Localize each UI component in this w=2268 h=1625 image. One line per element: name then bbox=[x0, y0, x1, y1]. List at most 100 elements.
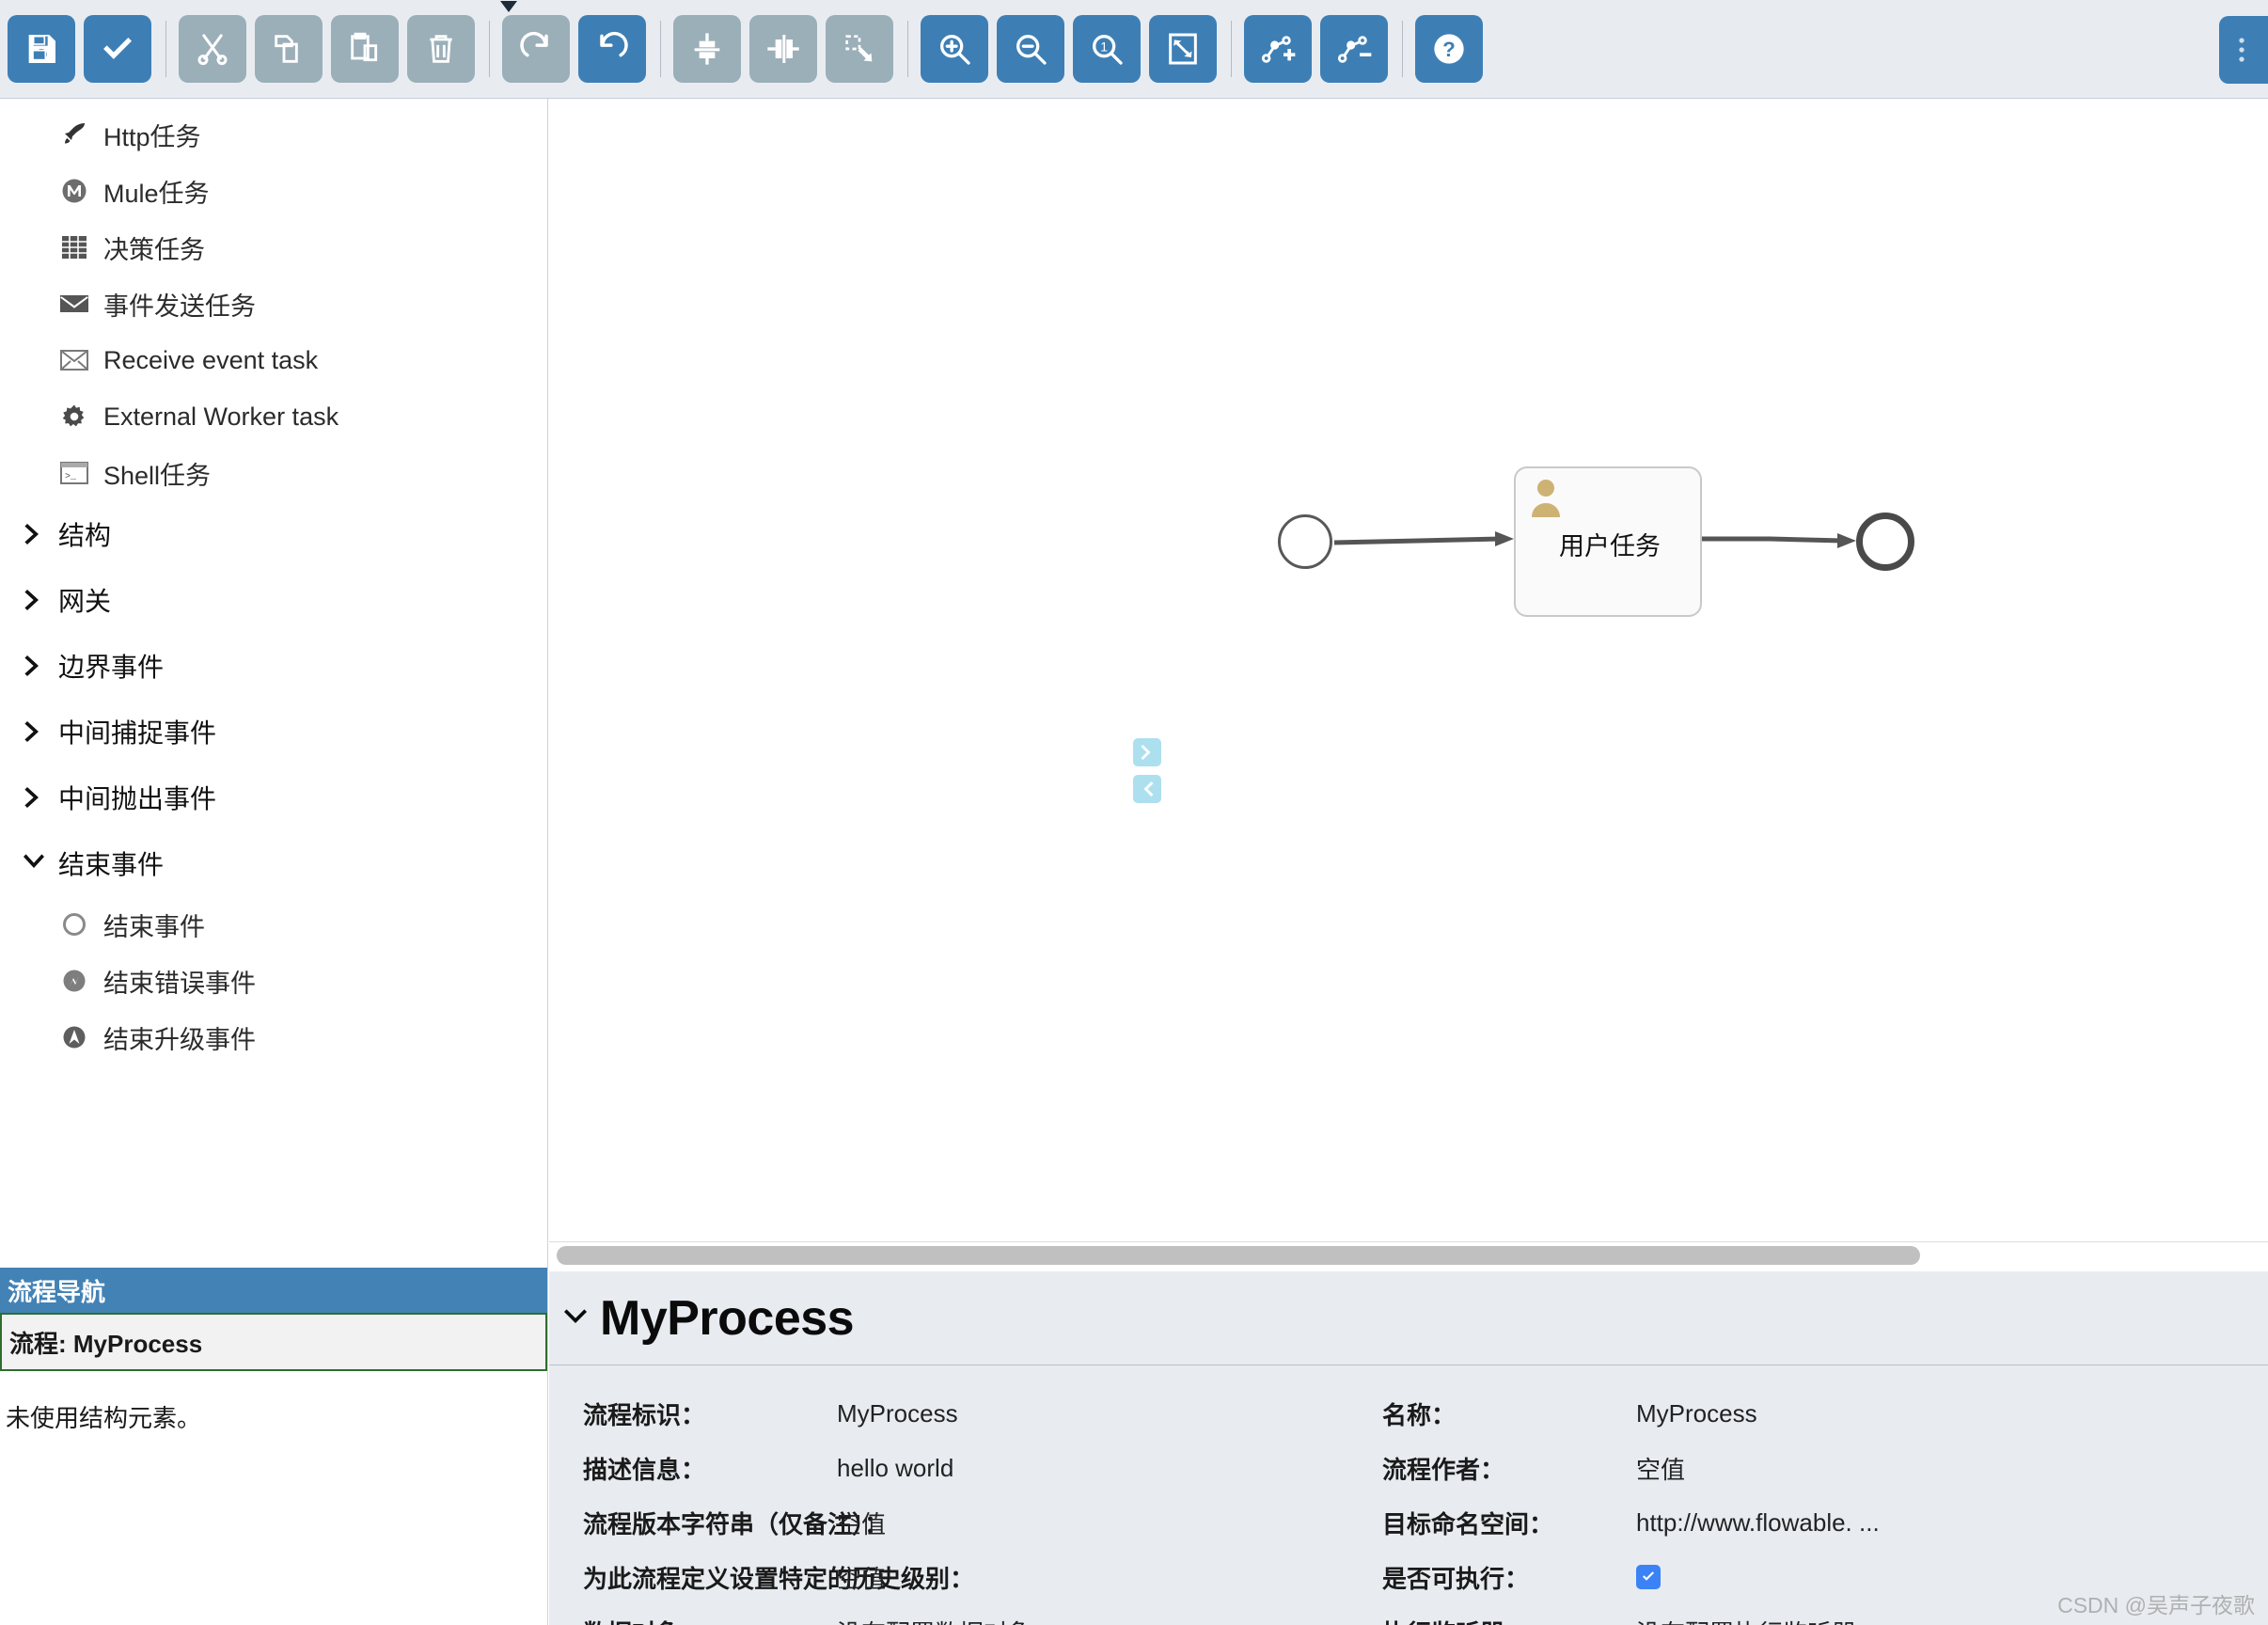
delete-button[interactable] bbox=[407, 15, 475, 83]
canvas-collapse-left-button[interactable] bbox=[1133, 775, 1161, 803]
palette-item-mule-task[interactable]: Mule任务 bbox=[0, 163, 527, 219]
palette-item-external-worker-task[interactable]: External Worker task bbox=[0, 388, 527, 445]
properties-title-bar[interactable]: MyProcess bbox=[549, 1271, 2268, 1365]
overflow-icon bbox=[2239, 38, 2244, 62]
canvas-expand-right-button[interactable] bbox=[1133, 738, 1161, 766]
zoom-in-button[interactable] bbox=[921, 15, 988, 83]
end-event[interactable] bbox=[1856, 513, 1914, 571]
palette-group-label: 结束事件 bbox=[58, 850, 165, 879]
paste-button[interactable] bbox=[331, 15, 399, 83]
redo-button[interactable] bbox=[502, 15, 570, 83]
navigation-selected-item[interactable]: 流程: MyProcess bbox=[0, 1313, 547, 1371]
terminal-icon: >_ bbox=[58, 457, 90, 489]
palette-item-receive-event-task[interactable]: Receive event task bbox=[0, 332, 527, 388]
palette-item-label: 结束事件 bbox=[103, 912, 205, 941]
element-palette: 接收任务 手动任务 邮件任务 驼峰任务 Http任务 bbox=[0, 99, 548, 1268]
palette-item-label: 结束错误事件 bbox=[103, 969, 256, 998]
toolbar-divider bbox=[1231, 21, 1232, 77]
same-size-icon bbox=[845, 35, 873, 62]
chevron-right-icon bbox=[21, 587, 47, 613]
palette-group-label: 中间捕捉事件 bbox=[58, 718, 217, 748]
align-vertical-icon bbox=[694, 33, 720, 65]
start-event[interactable] bbox=[1278, 514, 1332, 569]
toolbar-divider bbox=[907, 21, 908, 77]
toolbar-overflow-button[interactable] bbox=[2219, 16, 2268, 84]
zoom-in-icon bbox=[940, 35, 970, 65]
palette-group-structure[interactable]: 结构 bbox=[0, 501, 527, 567]
canvas-hscrollbar-thumb[interactable] bbox=[557, 1246, 1920, 1265]
save-button[interactable] bbox=[8, 15, 75, 83]
table-grid-icon bbox=[58, 231, 90, 263]
zoom-out-icon bbox=[1016, 35, 1047, 65]
palette-group-gateway[interactable]: 网关 bbox=[0, 567, 527, 633]
palette-item-camel-task[interactable]: 驼峰任务 bbox=[0, 99, 527, 106]
undo-button[interactable] bbox=[578, 15, 646, 83]
property-value: 空值 bbox=[837, 1509, 887, 1538]
palette-item-shell-task[interactable]: >_ Shell任务 bbox=[0, 445, 527, 501]
chevron-right-icon bbox=[21, 653, 47, 679]
chevron-down-icon bbox=[557, 1300, 594, 1337]
cut-button[interactable] bbox=[179, 15, 246, 83]
palette-item-label: 决策任务 bbox=[103, 235, 205, 264]
same-size-button[interactable] bbox=[826, 15, 893, 83]
help-button[interactable]: ? bbox=[1415, 15, 1483, 83]
palette-item-label: 事件发送任务 bbox=[103, 292, 256, 321]
palette-item-end-event[interactable]: 结束事件 bbox=[0, 896, 527, 953]
palette-item-end-escalation-event[interactable]: 结束升级事件 bbox=[0, 1009, 527, 1065]
palette-item-label: Mule任务 bbox=[103, 179, 210, 208]
align-vertical-button[interactable] bbox=[673, 15, 741, 83]
navigation-empty-message: 未使用结构元素。 bbox=[6, 1404, 202, 1432]
property-value-executable bbox=[1636, 1550, 2181, 1604]
property-label: 是否可执行： bbox=[1382, 1564, 1530, 1593]
remove-bendpoint-icon bbox=[1337, 36, 1372, 63]
navigation-header: 流程导航 bbox=[0, 1268, 547, 1313]
palette-group-label: 中间抛出事件 bbox=[58, 784, 217, 813]
zoom-fit-button[interactable] bbox=[1149, 15, 1217, 83]
svg-text:1: 1 bbox=[1100, 39, 1108, 55]
palette-item-http-task[interactable]: Http任务 bbox=[0, 106, 527, 163]
svg-text:?: ? bbox=[1442, 38, 1456, 61]
palette-item-label: 结束升级事件 bbox=[103, 1025, 256, 1054]
palette-group-intermediate-catch-events[interactable]: 中间捕捉事件 bbox=[0, 699, 527, 765]
palette-group-boundary-events[interactable]: 边界事件 bbox=[0, 633, 527, 699]
process-navigation-panel: 流程导航 流程: MyProcess 未使用结构元素。 bbox=[0, 1268, 548, 1625]
palette-item-decision-task[interactable]: 决策任务 bbox=[0, 219, 527, 276]
main-toolbar: 1 ? bbox=[0, 0, 2268, 99]
property-label: 流程标识： bbox=[583, 1400, 706, 1429]
gear-icon bbox=[58, 401, 90, 433]
zoom-actual-icon: 1 bbox=[1093, 35, 1123, 65]
user-task[interactable]: 用户任务 bbox=[1514, 466, 1702, 617]
palette-item-label: Receive event task bbox=[103, 345, 319, 374]
property-value: hello world bbox=[837, 1453, 954, 1482]
palette-group-intermediate-throw-events[interactable]: 中间抛出事件 bbox=[0, 765, 527, 830]
mule-icon bbox=[58, 175, 90, 207]
copy-button[interactable] bbox=[255, 15, 323, 83]
zoom-out-button[interactable] bbox=[997, 15, 1064, 83]
diagram-canvas[interactable]: 用户任务 bbox=[549, 99, 2268, 1241]
copy-icon bbox=[275, 35, 298, 63]
rocket-icon bbox=[58, 118, 90, 150]
palette-item-end-error-event[interactable]: 结束错误事件 bbox=[0, 953, 527, 1009]
palette-group-end-events[interactable]: 结束事件 bbox=[0, 830, 527, 896]
validate-button[interactable] bbox=[84, 15, 151, 83]
redo-icon bbox=[520, 31, 548, 57]
save-icon bbox=[28, 35, 55, 63]
add-bendpoint-icon bbox=[1261, 36, 1296, 63]
palette-item-label: External Worker task bbox=[103, 402, 339, 431]
property-label: 描述信息： bbox=[583, 1455, 706, 1484]
add-bendpoint-button[interactable] bbox=[1244, 15, 1312, 83]
sequence-flow-arrows bbox=[1333, 531, 1856, 548]
property-label: 数据对象： bbox=[583, 1604, 837, 1625]
palette-item-send-event-task[interactable]: 事件发送任务 bbox=[0, 276, 527, 332]
properties-panel: MyProcess 流程标识： MyProcess 名称： MyProcess … bbox=[549, 1271, 2268, 1625]
executable-checkbox[interactable] bbox=[1636, 1565, 1661, 1589]
paste-icon bbox=[351, 32, 378, 62]
zoom-actual-button[interactable]: 1 bbox=[1073, 15, 1141, 83]
remove-bendpoint-button[interactable] bbox=[1320, 15, 1388, 83]
align-horizontal-button[interactable] bbox=[749, 15, 817, 83]
help-icon: ? bbox=[1434, 34, 1464, 64]
chevron-left-icon bbox=[1143, 781, 1154, 797]
chevron-right-icon bbox=[21, 718, 47, 745]
escalation-circle-icon bbox=[58, 1021, 90, 1053]
property-label: 目标命名空间： bbox=[1382, 1509, 1554, 1538]
